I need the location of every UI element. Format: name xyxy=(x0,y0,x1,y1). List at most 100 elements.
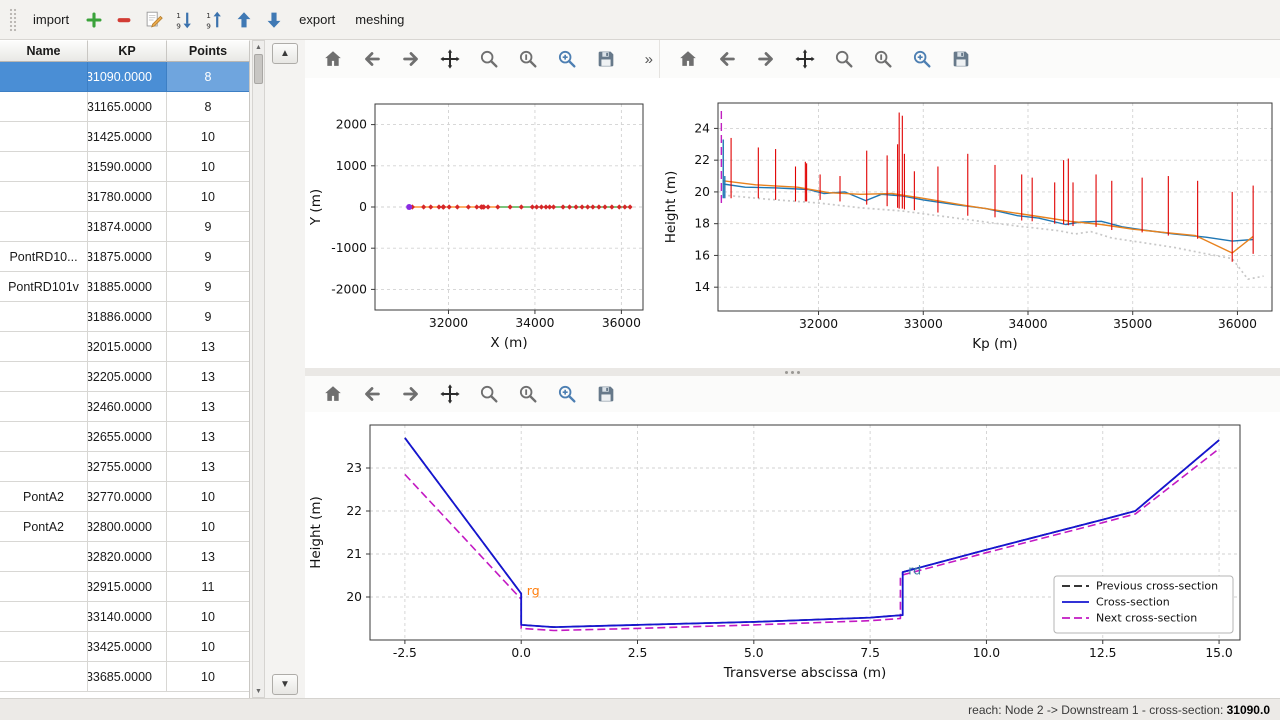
table-row[interactable]: 31886.00009 xyxy=(0,302,249,332)
import-button[interactable]: import xyxy=(24,7,78,32)
cell-pts[interactable]: 13 xyxy=(167,452,250,482)
table-row[interactable]: 32015.000013 xyxy=(0,332,249,362)
cell-name[interactable] xyxy=(0,662,88,692)
cell-pts[interactable]: 10 xyxy=(167,512,250,542)
add-cross-section-button[interactable] xyxy=(80,6,108,34)
cell-name[interactable] xyxy=(0,152,88,182)
sort-ascending-button[interactable] xyxy=(200,6,228,34)
zoom-button[interactable] xyxy=(474,380,504,408)
cell-kp[interactable]: 32820.0000 xyxy=(88,542,167,572)
pan-button[interactable] xyxy=(435,45,465,73)
cell-kp[interactable]: 32655.0000 xyxy=(88,422,167,452)
table-row[interactable]: 31874.00009 xyxy=(0,212,249,242)
cell-pts[interactable]: 10 xyxy=(167,602,250,632)
cell-pts[interactable]: 10 xyxy=(167,152,250,182)
cross-section-canvas[interactable]: rgrd-2.50.02.55.07.510.012.515.020212223… xyxy=(305,412,1280,698)
table-row[interactable]: 32205.000013 xyxy=(0,362,249,392)
cell-name[interactable] xyxy=(0,392,88,422)
zoom-rect-button[interactable] xyxy=(907,45,937,73)
table-row[interactable]: 31090.00008 xyxy=(0,62,249,92)
cell-name[interactable] xyxy=(0,632,88,662)
cell-kp[interactable]: 33685.0000 xyxy=(88,662,167,692)
export-button[interactable]: export xyxy=(290,7,344,32)
table-row[interactable]: 31590.000010 xyxy=(0,152,249,182)
subplots-button[interactable] xyxy=(513,380,543,408)
table-row[interactable]: 33140.000010 xyxy=(0,602,249,632)
home-button[interactable] xyxy=(318,380,348,408)
cell-pts[interactable]: 9 xyxy=(167,272,250,302)
cell-pts[interactable]: 10 xyxy=(167,122,250,152)
header-points[interactable]: Points xyxy=(167,40,250,62)
cell-name[interactable]: PontA2 xyxy=(0,512,88,542)
cell-name[interactable] xyxy=(0,332,88,362)
remove-cross-section-button[interactable] xyxy=(110,6,138,34)
forward-button[interactable] xyxy=(396,380,426,408)
cell-name[interactable] xyxy=(0,362,88,392)
cell-kp[interactable]: 33425.0000 xyxy=(88,632,167,662)
cell-pts[interactable]: 9 xyxy=(167,302,250,332)
save-figure-button[interactable] xyxy=(591,380,621,408)
sort-descending-button[interactable] xyxy=(170,6,198,34)
cell-pts[interactable]: 13 xyxy=(167,542,250,572)
cell-kp[interactable]: 31886.0000 xyxy=(88,302,167,332)
cell-kp[interactable]: 31590.0000 xyxy=(88,152,167,182)
back-button[interactable] xyxy=(357,45,387,73)
cell-pts[interactable]: 9 xyxy=(167,212,250,242)
table-row[interactable]: PontRD10...31875.00009 xyxy=(0,242,249,272)
edit-cross-section-button[interactable] xyxy=(140,6,168,34)
pan-button[interactable] xyxy=(435,380,465,408)
cell-kp[interactable]: 31780.0000 xyxy=(88,182,167,212)
table-row[interactable]: 31780.000010 xyxy=(0,182,249,212)
cell-kp[interactable]: 32755.0000 xyxy=(88,452,167,482)
cell-name[interactable] xyxy=(0,92,88,122)
table-row[interactable]: 32820.000013 xyxy=(0,542,249,572)
meshing-button[interactable]: meshing xyxy=(346,7,413,32)
scroll-up-arrow[interactable]: ▲ xyxy=(253,41,264,53)
table-row[interactable]: 31425.000010 xyxy=(0,122,249,152)
cell-name[interactable] xyxy=(0,182,88,212)
cell-name[interactable]: PontA2 xyxy=(0,482,88,512)
back-button[interactable] xyxy=(712,45,742,73)
cell-kp[interactable]: 31090.0000 xyxy=(88,62,167,92)
table-row[interactable]: PontA232800.000010 xyxy=(0,512,249,542)
table-row[interactable]: 32655.000013 xyxy=(0,422,249,452)
cell-kp[interactable]: 31875.0000 xyxy=(88,242,167,272)
cell-pts[interactable]: 13 xyxy=(167,392,250,422)
cell-name[interactable]: PontRD10... xyxy=(0,242,88,272)
cell-name[interactable]: PontRD101v xyxy=(0,272,88,302)
table-row[interactable]: 33425.000010 xyxy=(0,632,249,662)
cell-kp[interactable]: 32460.0000 xyxy=(88,392,167,422)
cell-kp[interactable]: 32915.0000 xyxy=(88,572,167,602)
home-button[interactable] xyxy=(673,45,703,73)
forward-button[interactable] xyxy=(751,45,781,73)
longitudinal-profile-canvas[interactable]: 3200033000340003500036000141618202224Kp … xyxy=(660,78,1280,368)
save-figure-button[interactable] xyxy=(946,45,976,73)
cell-name[interactable] xyxy=(0,302,88,332)
cell-pts[interactable]: 10 xyxy=(167,662,250,692)
subplots-button[interactable] xyxy=(868,45,898,73)
cell-name[interactable] xyxy=(0,542,88,572)
row-up-button[interactable]: ▲ xyxy=(272,43,298,64)
cell-kp[interactable]: 32015.0000 xyxy=(88,332,167,362)
move-up-button[interactable] xyxy=(230,6,258,34)
home-button[interactable] xyxy=(318,45,348,73)
table-row[interactable]: 32755.000013 xyxy=(0,452,249,482)
scrollbar-thumb[interactable] xyxy=(254,54,263,84)
table-row[interactable]: 32460.000013 xyxy=(0,392,249,422)
cell-kp[interactable]: 33140.0000 xyxy=(88,602,167,632)
toolbar-overflow-chevron[interactable]: » xyxy=(645,51,653,68)
toolbar-grip[interactable] xyxy=(9,8,17,32)
zoom-button[interactable] xyxy=(474,45,504,73)
table-scrollbar[interactable]: ▲ ▼ xyxy=(252,40,265,698)
cell-kp[interactable]: 32800.0000 xyxy=(88,512,167,542)
cell-name[interactable] xyxy=(0,602,88,632)
zoom-rect-button[interactable] xyxy=(552,380,582,408)
cell-kp[interactable]: 32205.0000 xyxy=(88,362,167,392)
forward-button[interactable] xyxy=(396,45,426,73)
cell-pts[interactable]: 13 xyxy=(167,422,250,452)
cell-pts[interactable]: 10 xyxy=(167,632,250,662)
horizontal-splitter[interactable] xyxy=(305,368,1280,376)
move-down-button[interactable] xyxy=(260,6,288,34)
cell-pts[interactable]: 10 xyxy=(167,482,250,512)
table-row[interactable]: PontRD101v31885.00009 xyxy=(0,272,249,302)
